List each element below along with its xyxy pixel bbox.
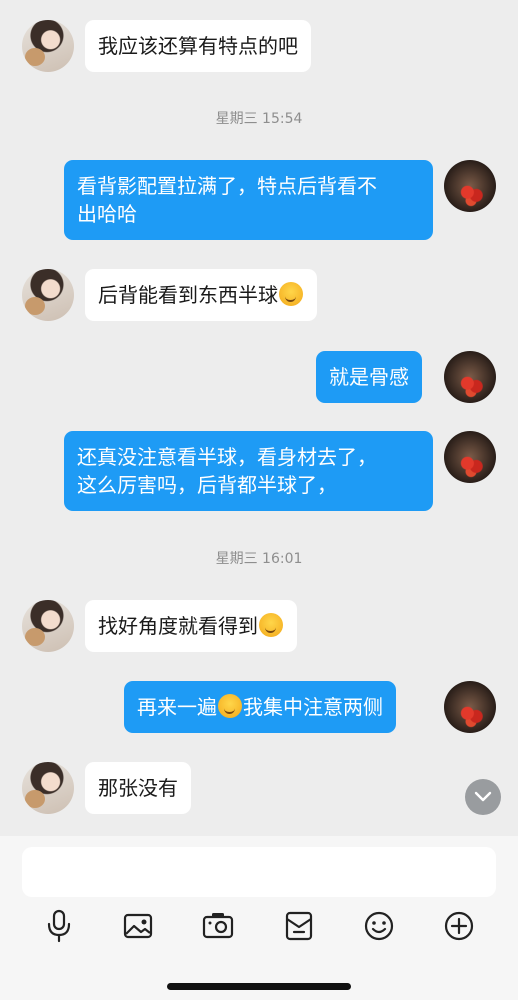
message-bubble-outgoing[interactable]: 再来一遍 我集中注意两侧 bbox=[124, 681, 396, 733]
chevron-down-icon bbox=[474, 791, 492, 802]
contact-avatar[interactable] bbox=[22, 20, 74, 72]
bear-toy bbox=[25, 790, 45, 808]
message-row: 看背影配置拉满了，特点后背看不 出哈哈 bbox=[0, 160, 518, 242]
emoji-icon bbox=[364, 911, 394, 941]
bear-toy bbox=[25, 48, 45, 66]
message-line: 出哈哈 bbox=[77, 202, 137, 226]
more-button[interactable] bbox=[442, 908, 476, 944]
message-text: 后背能看到东西半球 bbox=[98, 283, 278, 307]
message-row: 那张没有 bbox=[0, 762, 518, 816]
bear-toy bbox=[25, 297, 45, 315]
message-row: 后背能看到东西半球 bbox=[0, 269, 518, 323]
contact-avatar[interactable] bbox=[22, 600, 74, 652]
chat-history[interactable]: 我应该还算有特点的吧 星期三 15:54 看背影配置拉满了，特点后背看不 出哈哈… bbox=[0, 0, 518, 836]
message-bubble-outgoing[interactable]: 就是骨感 bbox=[316, 351, 422, 403]
message-row: 我应该还算有特点的吧 bbox=[0, 20, 518, 74]
message-bubble-incoming[interactable]: 我应该还算有特点的吧 bbox=[85, 20, 311, 72]
message-line: 这么厉害吗，后背都半球了， bbox=[77, 473, 337, 497]
plus-icon bbox=[444, 911, 474, 941]
gallery-button[interactable] bbox=[121, 908, 155, 944]
home-indicator[interactable] bbox=[167, 983, 351, 990]
image-icon bbox=[123, 913, 153, 939]
camera-button[interactable] bbox=[201, 908, 235, 944]
message-bubble-incoming[interactable]: 找好角度就看得到 bbox=[85, 600, 297, 652]
message-line: 还真没注意看半球，看身材去了， bbox=[77, 445, 377, 469]
camera-icon bbox=[202, 913, 234, 939]
message-row: 就是骨感 bbox=[0, 351, 518, 405]
my-avatar[interactable] bbox=[444, 681, 496, 733]
message-text: 找好角度就看得到 bbox=[98, 614, 258, 638]
timestamp: 星期三 15:54 bbox=[215, 111, 303, 127]
composer-toolbar bbox=[0, 908, 518, 944]
message-line: 看背影配置拉满了，特点后背看不 bbox=[77, 174, 377, 198]
message-input[interactable] bbox=[22, 847, 496, 897]
emoji-button[interactable] bbox=[362, 908, 396, 944]
message-bubble-incoming[interactable]: 那张没有 bbox=[85, 762, 191, 814]
composer-panel bbox=[0, 836, 518, 1000]
my-avatar[interactable] bbox=[444, 160, 496, 212]
microphone-icon bbox=[47, 909, 71, 943]
scroll-to-bottom-button[interactable] bbox=[465, 779, 501, 815]
message-text: 我集中注意两侧 bbox=[243, 695, 383, 719]
my-avatar[interactable] bbox=[444, 431, 496, 483]
message-row: 再来一遍 我集中注意两侧 bbox=[0, 681, 518, 735]
my-avatar[interactable] bbox=[444, 351, 496, 403]
shy-face-emoji bbox=[259, 613, 283, 637]
message-text: 再来一遍 bbox=[137, 695, 217, 719]
shy-face-emoji bbox=[218, 694, 242, 718]
bear-toy bbox=[25, 628, 45, 646]
message-row: 找好角度就看得到 bbox=[0, 600, 518, 654]
contact-avatar[interactable] bbox=[22, 269, 74, 321]
message-bubble-outgoing[interactable]: 看背影配置拉满了，特点后背看不 出哈哈 bbox=[64, 160, 433, 240]
message-bubble-incoming[interactable]: 后背能看到东西半球 bbox=[85, 269, 317, 321]
message-row: 还真没注意看半球，看身材去了， 这么厉害吗，后背都半球了， bbox=[0, 431, 518, 513]
contact-avatar[interactable] bbox=[22, 762, 74, 814]
wallet-button[interactable] bbox=[282, 908, 316, 944]
wallet-icon bbox=[285, 911, 313, 941]
timestamp: 星期三 16:01 bbox=[215, 551, 303, 567]
shy-face-emoji bbox=[279, 282, 303, 306]
voice-button[interactable] bbox=[42, 908, 76, 944]
message-bubble-outgoing[interactable]: 还真没注意看半球，看身材去了， 这么厉害吗，后背都半球了， bbox=[64, 431, 433, 511]
